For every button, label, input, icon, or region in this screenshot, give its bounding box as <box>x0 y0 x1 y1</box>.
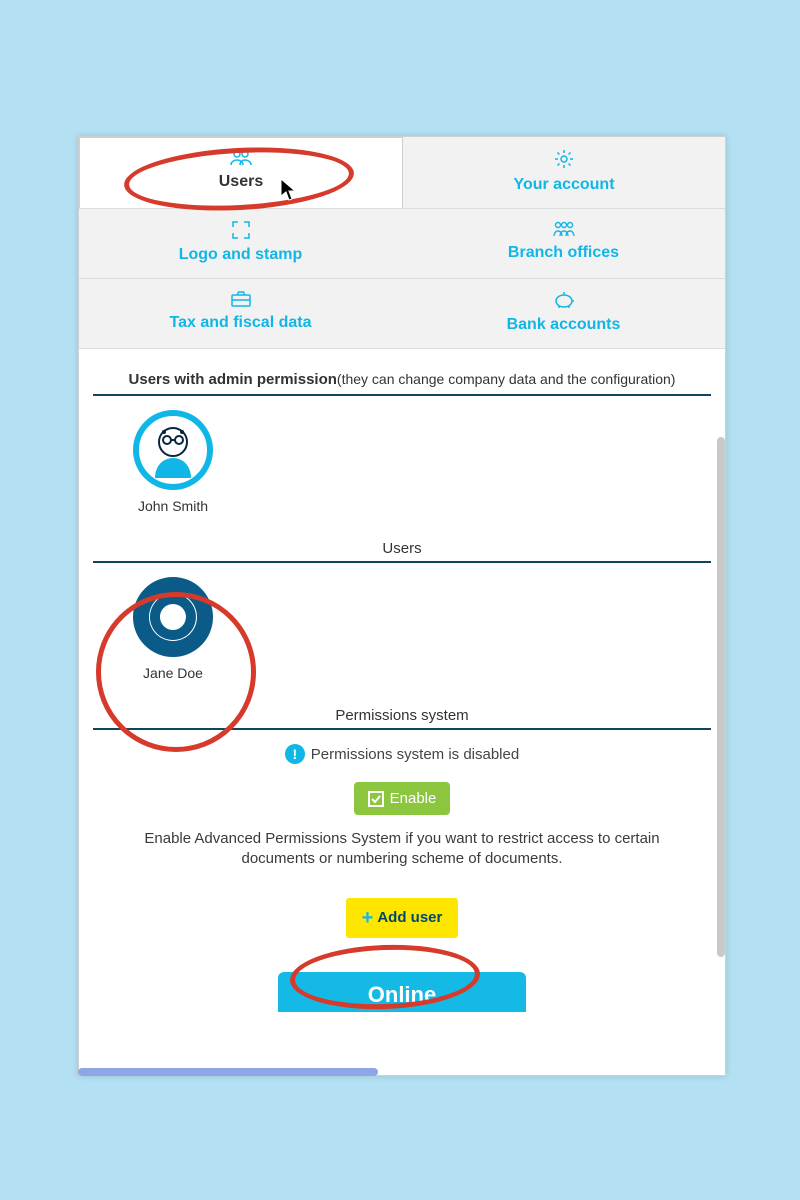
regular-user-block[interactable]: Jane Doe <box>93 577 231 689</box>
admin-section-title: Users with admin permission(they can cha… <box>93 371 711 396</box>
tab-tax[interactable]: Tax and fiscal data <box>79 279 402 348</box>
enable-button[interactable]: Enable <box>354 782 451 815</box>
tab-users[interactable]: Users <box>79 137 403 208</box>
users-icon <box>84 150 398 171</box>
admin-title-bold: Users with admin permission <box>129 371 337 388</box>
tab-tax-label: Tax and fiscal data <box>170 314 312 331</box>
scrollbar[interactable] <box>717 437 725 957</box>
check-icon <box>368 791 384 807</box>
tab-logo-label: Logo and stamp <box>179 246 303 263</box>
expand-icon <box>83 221 398 244</box>
regular-user-name: Jane Doe <box>133 665 213 681</box>
users-section-heading: Users <box>93 522 711 563</box>
enable-button-label: Enable <box>390 790 437 807</box>
tab-account-label: Your account <box>513 176 614 193</box>
tab-row-2: Logo and stamp Branch offices <box>79 209 725 279</box>
tab-account[interactable]: Your account <box>403 137 725 208</box>
tab-bank[interactable]: Bank accounts <box>402 279 725 348</box>
tab-branch-label: Branch offices <box>508 244 619 261</box>
permissions-description: Enable Advanced Permissions System if yo… <box>93 829 711 870</box>
plus-icon: + <box>362 908 374 928</box>
tab-row-1: Users Your account <box>79 137 725 209</box>
add-user-button-label: Add user <box>377 909 442 926</box>
tab-branch[interactable]: Branch offices <box>402 209 725 278</box>
admin-title-sub: (they can change company data and the co… <box>337 371 676 387</box>
permissions-status-text: Permissions system is disabled <box>311 746 519 763</box>
online-bar[interactable]: Online <box>278 972 526 1012</box>
avatar <box>133 410 213 490</box>
content-area: Users with admin permission(they can cha… <box>79 349 725 1020</box>
tab-bank-label: Bank accounts <box>507 316 621 333</box>
permissions-section-heading: Permissions system <box>93 689 711 730</box>
tab-users-label: Users <box>219 173 263 190</box>
branch-icon <box>406 221 721 242</box>
permissions-status: ! Permissions system is disabled <box>93 744 711 764</box>
add-user-button[interactable]: + Add user <box>346 898 459 938</box>
bottom-accent <box>78 1068 378 1076</box>
settings-window: Users Your account Logo and stamp Bra <box>78 136 726 1076</box>
admin-user-block[interactable]: John Smith <box>93 410 231 522</box>
gear-icon <box>407 149 721 174</box>
tabs-area: Users Your account Logo and stamp Bra <box>79 137 725 349</box>
alert-icon: ! <box>285 744 305 764</box>
tab-logo[interactable]: Logo and stamp <box>79 209 402 278</box>
briefcase-icon <box>83 291 398 312</box>
avatar <box>133 577 213 657</box>
piggy-icon <box>406 291 721 314</box>
tab-row-3: Tax and fiscal data Bank accounts <box>79 279 725 349</box>
admin-user-name: John Smith <box>133 498 213 514</box>
